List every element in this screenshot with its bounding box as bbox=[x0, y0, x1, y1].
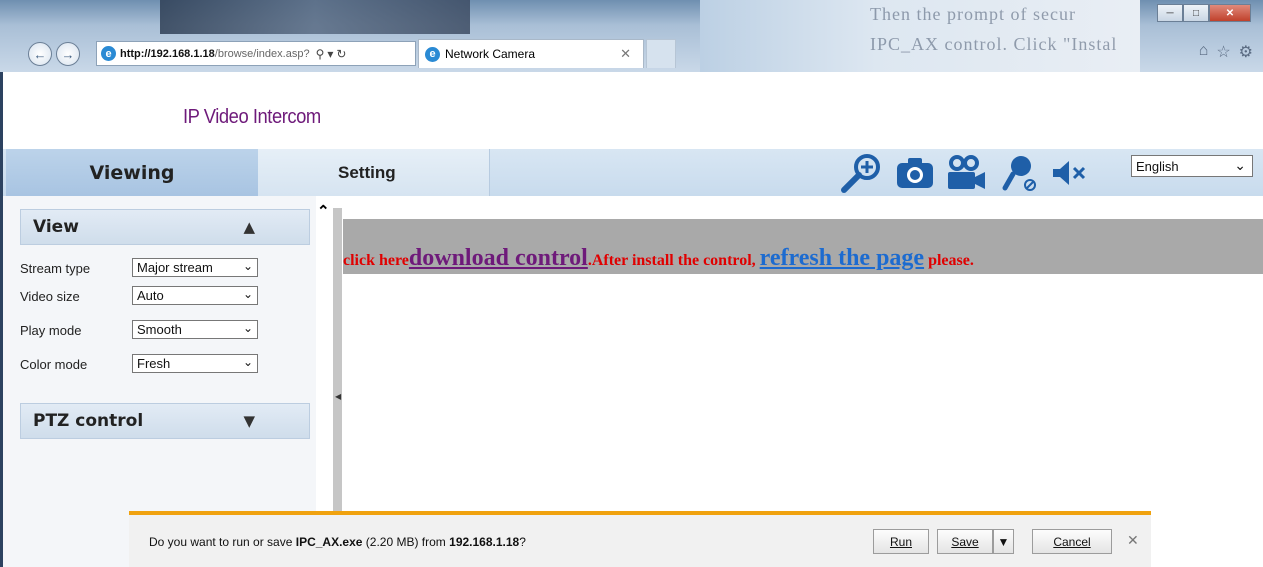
view-panel-title: View bbox=[33, 217, 79, 237]
close-window-button[interactable]: ✕ bbox=[1209, 4, 1251, 22]
video-size-select[interactable]: Auto ⌄ bbox=[132, 286, 258, 305]
cancel-label: Cancel bbox=[1053, 534, 1091, 549]
maximize-button[interactable]: □ bbox=[1183, 4, 1209, 22]
new-tab-button[interactable] bbox=[646, 39, 676, 68]
minimize-button[interactable]: ─ bbox=[1157, 4, 1183, 22]
collapse-up-icon[interactable]: ▲ bbox=[243, 218, 255, 236]
video-size-label: Video size bbox=[20, 289, 80, 304]
main-nav: Viewing Setting English ⌄ bbox=[0, 149, 1263, 196]
color-mode-select[interactable]: Fresh ⌄ bbox=[132, 354, 258, 373]
tab-setting[interactable]: Setting bbox=[258, 149, 490, 196]
url-path: /browse/index.asp? bbox=[214, 47, 310, 60]
background-text-line: Then the prompt of secur bbox=[870, 4, 1076, 24]
plugin-message: click heredownload control.After install… bbox=[343, 245, 974, 272]
cancel-button[interactable]: Cancel bbox=[1032, 529, 1112, 554]
stream-type-select[interactable]: Major stream ⌄ bbox=[132, 258, 258, 277]
browser-tab[interactable]: e Network Camera ✕ bbox=[418, 39, 644, 68]
download-question: Do you want to run or save IPC_AX.exe (2… bbox=[149, 535, 526, 549]
back-arrow-icon: ← bbox=[33, 46, 47, 62]
microphone-off-icon[interactable] bbox=[997, 155, 1041, 191]
ie-icon: e bbox=[425, 46, 440, 62]
video-record-icon[interactable] bbox=[943, 155, 989, 191]
download-size: (2.20 MB) from bbox=[362, 535, 450, 549]
forward-arrow-icon: → bbox=[61, 46, 75, 62]
run-button[interactable]: Run bbox=[873, 529, 929, 554]
tab-title: Network Camera bbox=[445, 47, 536, 61]
message-middle: .After install the control, bbox=[587, 252, 760, 269]
address-bar[interactable]: e http://192.168.1.18 /browse/index.asp?… bbox=[96, 41, 416, 66]
forward-button[interactable]: → bbox=[56, 42, 80, 66]
zoom-in-icon[interactable] bbox=[835, 154, 887, 193]
browser-chrome: Then the prompt of secur IPC_AX control.… bbox=[0, 0, 1263, 72]
save-label: Save bbox=[951, 534, 979, 549]
chevron-down-icon: ⌄ bbox=[242, 321, 253, 335]
camera-snapshot-icon[interactable] bbox=[893, 155, 937, 191]
stream-type-value: Major stream bbox=[137, 260, 213, 275]
page-title: IP Video Intercom bbox=[183, 106, 321, 128]
tab-close-icon[interactable]: ✕ bbox=[620, 46, 631, 62]
background-window bbox=[160, 0, 470, 34]
download-control-link[interactable]: download control bbox=[409, 245, 588, 271]
save-button[interactable]: Save bbox=[937, 529, 993, 554]
collapse-left-icon[interactable]: ◀ bbox=[335, 392, 341, 401]
stream-type-label: Stream type bbox=[20, 261, 91, 276]
speaker-mute-icon[interactable] bbox=[1049, 155, 1091, 191]
ptz-panel-title: PTZ control bbox=[33, 411, 144, 431]
back-button[interactable]: ← bbox=[28, 42, 52, 66]
save-options-dropdown[interactable]: ▼ bbox=[993, 529, 1014, 554]
color-mode-value: Fresh bbox=[137, 356, 171, 371]
download-filename: IPC_AX.exe bbox=[295, 535, 363, 549]
browser-toolbar-icons: ⌂ ☆ ⚙ bbox=[1199, 42, 1253, 62]
ie-icon: e bbox=[101, 46, 116, 61]
url-host: http://192.168.1.18 bbox=[120, 47, 215, 60]
language-select[interactable]: English ⌄ bbox=[1131, 155, 1253, 177]
page-header: IP Video Intercom bbox=[0, 72, 1263, 149]
chevron-down-icon: ⌄ bbox=[1234, 157, 1246, 173]
download-source: 192.168.1.18 bbox=[449, 535, 520, 549]
chevron-down-icon: ⌄ bbox=[242, 287, 253, 301]
ptz-panel-header[interactable]: PTZ control ▼ bbox=[20, 403, 310, 439]
refresh-page-link[interactable]: refresh the page bbox=[760, 245, 924, 271]
play-mode-select[interactable]: Smooth ⌄ bbox=[132, 320, 258, 339]
message-suffix: please. bbox=[924, 252, 974, 269]
play-mode-label: Play mode bbox=[20, 323, 82, 338]
download-question-suffix: ? bbox=[519, 535, 526, 549]
download-question-prefix: Do you want to run or save bbox=[149, 535, 296, 549]
background-text-line: IPC_AX control. Click "Instal bbox=[870, 34, 1118, 54]
chevron-down-icon: ⌄ bbox=[242, 259, 253, 273]
video-size-value: Auto bbox=[137, 288, 164, 303]
window-controls: ─ □ ✕ bbox=[1157, 4, 1251, 22]
color-mode-label: Color mode bbox=[20, 357, 88, 372]
message-prefix: click here bbox=[343, 252, 409, 269]
play-mode-value: Smooth bbox=[137, 322, 182, 337]
language-value: English bbox=[1136, 158, 1179, 174]
dropdown-triangle-icon: ▼ bbox=[997, 534, 1010, 549]
download-notification-bar: Do you want to run or save IPC_AX.exe (2… bbox=[129, 511, 1151, 567]
settings-gear-icon[interactable]: ⚙ bbox=[1239, 42, 1253, 62]
home-icon[interactable]: ⌂ bbox=[1199, 42, 1209, 62]
chevron-down-icon: ⌄ bbox=[242, 355, 253, 369]
view-panel-header[interactable]: View ▲ bbox=[20, 209, 310, 245]
collapse-up-icon[interactable]: ⌃ bbox=[317, 202, 330, 220]
search-refresh-icon[interactable]: ⚲▾↻ bbox=[316, 47, 350, 61]
expand-down-icon[interactable]: ▼ bbox=[243, 412, 255, 430]
run-label: Run bbox=[889, 534, 912, 549]
tab-viewing[interactable]: Viewing bbox=[6, 149, 258, 196]
close-icon[interactable]: ✕ bbox=[1127, 532, 1139, 549]
favorites-star-icon[interactable]: ☆ bbox=[1216, 42, 1230, 62]
